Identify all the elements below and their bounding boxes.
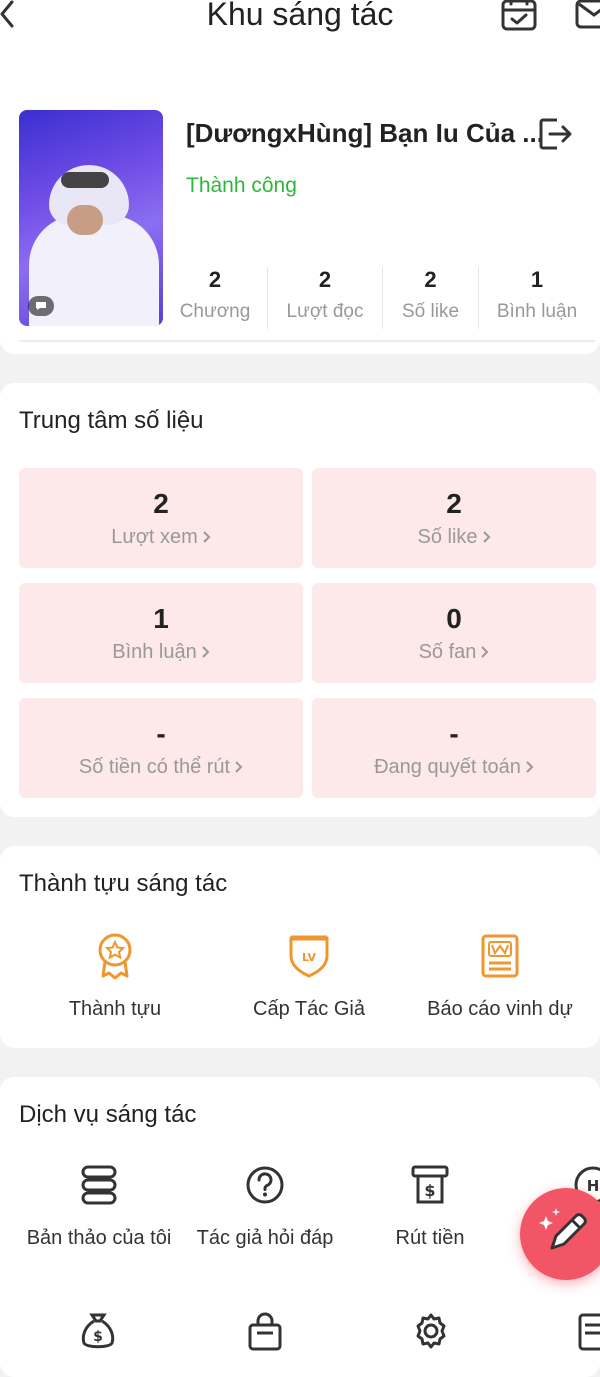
tile-value: -: [156, 718, 166, 749]
pencil-sparkle-icon: [539, 1208, 587, 1250]
stat-value: 2: [424, 267, 437, 292]
tile-label: Số like: [417, 526, 478, 548]
exit-icon[interactable]: [537, 116, 573, 152]
achievements-card: Thành tựu sáng tác Thành tựu LV Cấp Tác …: [0, 846, 600, 1048]
tile-value: 2: [153, 488, 169, 519]
svg-text:$: $: [424, 1181, 435, 1200]
book-card: [DươngxHùng] Bạn Iu Của ... Thành công 2…: [0, 54, 600, 354]
achievement-label: Cấp Tác Giả: [253, 998, 365, 1020]
section-title: Thành tựu sáng tác: [19, 870, 228, 897]
chevron-right-icon: [482, 531, 490, 543]
withdraw-item[interactable]: $ Rút tiền: [370, 1163, 490, 1250]
tile-comments[interactable]: 1 Bình luận: [19, 583, 303, 683]
chevron-right-icon: [526, 761, 534, 773]
chat-icon: [28, 296, 54, 316]
section-title: Trung tâm số liệu: [19, 407, 204, 434]
tile-likes[interactable]: 2 Số like: [312, 468, 596, 568]
stat-value: 1: [530, 267, 544, 292]
stat-value: 2: [318, 267, 332, 292]
tile-value: 1: [153, 603, 169, 634]
service-label: Tác giả hỏi đáp: [196, 1227, 334, 1249]
medal-icon: [98, 933, 132, 980]
tile-fans[interactable]: 0 Số fan: [312, 583, 596, 683]
publish-status: Thành công: [186, 174, 297, 197]
document-list-icon[interactable]: [577, 1311, 600, 1351]
stat-label: Chương: [179, 301, 251, 322]
tile-withdrawable[interactable]: - Số tiền có thể rút: [19, 698, 303, 798]
stat-label: Số like: [401, 301, 460, 322]
chevron-right-icon: [202, 646, 210, 658]
question-icon: [246, 1166, 284, 1204]
chevron-right-icon: [481, 646, 489, 658]
author-faq-item[interactable]: Tác giả hỏi đáp: [190, 1163, 340, 1250]
achievement-item[interactable]: Thành tựu: [40, 932, 190, 1021]
shopping-bag-icon[interactable]: [245, 1311, 285, 1351]
tile-value: 2: [446, 488, 462, 519]
stat-reads: 2 Lượt đọc: [268, 259, 382, 329]
settings-gear-icon[interactable]: [411, 1311, 451, 1351]
level-badge-icon: LV: [289, 935, 329, 978]
book-cover-image[interactable]: [19, 110, 163, 326]
data-center-card: Trung tâm số liệu 2 Lượt xem 2 Số like 1…: [0, 383, 600, 817]
book-title[interactable]: [DươngxHùng] Bạn Iu Của ...: [186, 118, 544, 149]
tile-value: -: [449, 718, 459, 749]
book-stats: 2 Chương 2 Lượt đọc 2 Số like 1 Bình luậ…: [163, 259, 600, 329]
chevron-right-icon: [235, 761, 243, 773]
stat-value: 2: [208, 267, 222, 292]
calendar-check-icon[interactable]: [500, 0, 540, 32]
stat-likes: 2 Số like: [383, 259, 478, 329]
tile-label: Số fan: [418, 641, 477, 663]
svg-text:$: $: [93, 1329, 103, 1345]
drafts-item[interactable]: Bản thảo của tôi: [18, 1163, 180, 1250]
tile-views[interactable]: 2 Lượt xem: [19, 468, 303, 568]
stat-label: Bình luận: [496, 301, 578, 322]
chevron-right-icon: [203, 531, 211, 543]
svg-text:H: H: [587, 1177, 600, 1195]
stat-chapters: 2 Chương: [163, 259, 267, 329]
drafts-icon: [81, 1165, 117, 1205]
achievement-label: Thành tựu: [68, 998, 162, 1020]
top-bar: Khu sáng tác: [0, 0, 600, 55]
stat-comments: 1 Bình luận: [479, 259, 595, 329]
tile-label: Đang quyết toán: [374, 756, 521, 778]
honor-report-icon: [481, 934, 519, 978]
tile-value: 0: [446, 603, 462, 634]
tile-label: Số tiền có thể rút: [78, 756, 231, 778]
svg-text:LV: LV: [302, 951, 316, 964]
achievement-label: Báo cáo vinh dự: [427, 998, 573, 1020]
withdraw-icon: $: [411, 1165, 449, 1204]
mail-icon[interactable]: [574, 0, 600, 32]
stat-label: Lượt đọc: [286, 301, 364, 322]
tile-label: Lượt xem: [111, 526, 198, 548]
service-label: Rút tiền: [395, 1227, 465, 1249]
honor-report-item[interactable]: Báo cáo vinh dự: [420, 932, 580, 1021]
tile-label: Bình luận: [112, 641, 197, 663]
section-title: Dịch vụ sáng tác: [19, 1101, 197, 1128]
tile-settling[interactable]: - Đang quyết toán: [312, 698, 596, 798]
author-level-item[interactable]: LV Cấp Tác Giả: [234, 932, 384, 1021]
services-card: Dịch vụ sáng tác Bản thảo của tôi Tác gi…: [0, 1077, 600, 1377]
money-bag-icon[interactable]: $: [78, 1311, 118, 1351]
service-label: Bản thảo của tôi: [26, 1227, 172, 1249]
divider: [19, 340, 595, 342]
